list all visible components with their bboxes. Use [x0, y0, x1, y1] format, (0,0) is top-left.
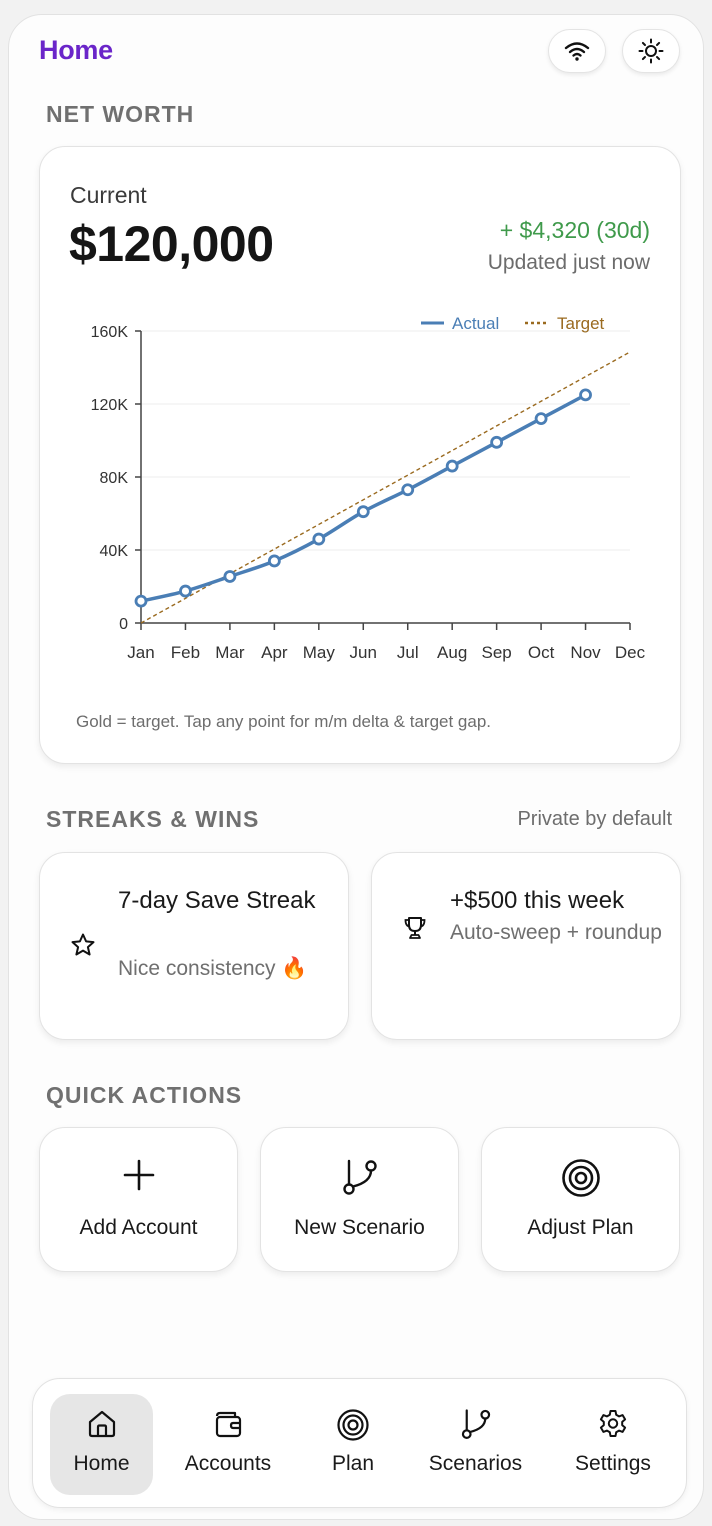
target-icon — [303, 1408, 403, 1442]
theme-toggle-button[interactable] — [622, 29, 680, 73]
wifi-icon — [564, 42, 590, 61]
sun-icon — [638, 38, 664, 64]
x-tick-label: Nov — [570, 643, 601, 662]
page-title: Home — [39, 35, 113, 65]
tab-plan-label: Plan — [331, 1452, 375, 1475]
adjust-plan-button[interactable]: Adjust Plan — [481, 1127, 680, 1272]
actual-data-point[interactable] — [401, 483, 415, 497]
streak-card-save[interactable]: 7-day Save Streak Nice consistency 🔥 — [39, 852, 349, 1040]
net-worth-card: Current $120,000 + $4,320 (30d) Updated … — [39, 146, 681, 764]
streak-title: 7-day Save Streak — [118, 887, 316, 914]
streak-subtitle: Nice consistency 🔥 — [118, 957, 308, 980]
tab-home[interactable]: Home — [50, 1394, 153, 1495]
actual-data-point[interactable] — [445, 459, 459, 473]
tab-accounts[interactable]: Accounts — [173, 1394, 283, 1495]
x-tick-label: Jun — [350, 643, 377, 662]
add-account-button[interactable]: Add Account — [39, 1127, 238, 1272]
home-icon — [50, 1408, 153, 1440]
tab-settings[interactable]: Settings — [553, 1394, 673, 1495]
x-tick-label: Oct — [528, 643, 555, 662]
x-tick-label: Dec — [615, 643, 646, 662]
trophy-icon — [402, 915, 428, 941]
x-tick-label: May — [303, 643, 336, 662]
actual-data-point[interactable] — [356, 505, 370, 519]
net-worth-value: $120,000 — [69, 216, 274, 272]
win-card-weekly[interactable]: +$500 this week Auto-sweep + roundup — [371, 852, 681, 1040]
current-label: Current — [70, 182, 147, 208]
wallet-icon — [173, 1408, 283, 1440]
branch-icon — [418, 1408, 533, 1440]
branch-icon — [261, 1158, 458, 1196]
y-tick-label: 160K — [91, 324, 129, 341]
tab-plan[interactable]: Plan — [303, 1394, 403, 1495]
x-tick-label: Apr — [261, 643, 288, 662]
actual-data-point[interactable] — [267, 554, 281, 568]
tab-scenarios[interactable]: Scenarios — [418, 1394, 533, 1495]
y-tick-label: 80K — [100, 470, 129, 487]
tab-settings-label: Settings — [575, 1452, 651, 1475]
net-worth-chart[interactable]: 0 40K 80K 120K 160K Jan Feb Mar Apr May Jun Jul Aug S… — [40, 307, 680, 677]
actual-data-point[interactable] — [134, 594, 148, 608]
tab-accounts-label: Accounts — [184, 1452, 272, 1475]
tab-home-label: Home — [73, 1452, 130, 1475]
plus-icon — [40, 1158, 237, 1192]
actual-data-point[interactable] — [223, 570, 237, 583]
y-tick-label: 120K — [91, 397, 129, 414]
star-icon — [70, 932, 96, 958]
win-title: +$500 this week — [450, 887, 625, 914]
phone-frame: Home NET WORTH Current $120,000 + $4,320… — [8, 14, 704, 1520]
x-tick-label: Feb — [171, 643, 200, 662]
x-tick-label: Jan — [127, 643, 154, 662]
new-scenario-button[interactable]: New Scenario — [260, 1127, 459, 1272]
streaks-section-title: STREAKS & WINS — [46, 806, 260, 832]
top-bar: Home — [9, 15, 703, 91]
bottom-tab-bar: Home Accounts Plan Scenarios Settings — [32, 1378, 687, 1508]
actual-data-point[interactable] — [534, 412, 548, 425]
new-scenario-label: New Scenario — [294, 1216, 425, 1239]
x-tick-label: Mar — [215, 643, 245, 662]
tab-scenarios-label: Scenarios — [428, 1452, 523, 1475]
net-worth-section-title: NET WORTH — [46, 101, 195, 127]
quick-actions-section-title: QUICK ACTIONS — [46, 1082, 243, 1108]
gear-icon — [553, 1408, 673, 1440]
add-account-label: Add Account — [79, 1216, 198, 1239]
y-tick-label: 0 — [119, 616, 128, 633]
win-subtitle: Auto-sweep + roundup — [450, 921, 662, 944]
connectivity-button[interactable] — [548, 29, 606, 73]
actual-data-point[interactable] — [312, 532, 326, 546]
x-tick-label: Jul — [397, 643, 419, 662]
actual-line — [139, 393, 588, 603]
y-tick-label: 40K — [100, 543, 129, 560]
actual-data-point[interactable] — [579, 388, 592, 402]
x-tick-label: Aug — [437, 643, 467, 662]
x-tick-label: Sep — [482, 643, 512, 662]
actual-data-point[interactable] — [490, 435, 504, 449]
legend-actual-label: Actual — [452, 314, 499, 333]
privacy-note: Private by default — [517, 808, 672, 830]
legend-target-label: Target — [557, 314, 605, 333]
chart-caption: Gold = target. Tap any point for m/m del… — [76, 712, 492, 731]
updated-timestamp: Updated just now — [487, 251, 650, 274]
adjust-plan-label: Adjust Plan — [527, 1216, 634, 1239]
actual-data-point[interactable] — [179, 584, 192, 598]
target-icon — [482, 1158, 679, 1198]
net-worth-change: + $4,320 (30d) — [499, 217, 650, 243]
